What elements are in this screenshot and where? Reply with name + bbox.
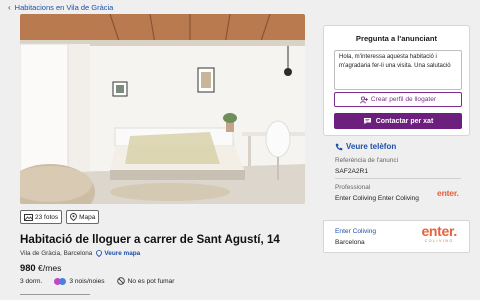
no-smoking-icon <box>116 277 125 285</box>
roommates-icon <box>54 277 67 285</box>
price-value: 980 <box>20 262 36 273</box>
create-profile-label: Crear perfil de llogater <box>370 96 437 103</box>
price-unit: €/mes <box>38 263 62 273</box>
phone-icon <box>335 143 343 150</box>
agency-card[interactable]: Enter Coliving Barcelona enter. COLIVING <box>323 220 470 253</box>
reference-label: Referència de l'anunci <box>335 157 399 164</box>
listing-location: Vila de Gràcia, Barcelona Veure mapa <box>20 250 140 257</box>
chevron-left-icon: ‹ <box>8 2 11 12</box>
chat-label: Contactar per xat <box>375 117 434 125</box>
chat-icon <box>363 118 371 125</box>
breadcrumb-label: Habitacions en Vila de Gràcia <box>14 2 114 12</box>
professional-label: Professional <box>335 184 371 191</box>
listing-page: ‹ Habitacions en Vila de Gràcia 23 fotos… <box>0 0 480 300</box>
contact-card: Pregunta a l'anunciant Hola, m'interessa… <box>323 25 470 136</box>
main-photo[interactable] <box>20 14 305 204</box>
features-row: 3 dorm. 3 nois/noies No es pot fumar <box>20 277 174 285</box>
map-label: Mapa <box>79 213 96 221</box>
map-button[interactable]: Mapa <box>66 210 100 224</box>
location-text: Vila de Gràcia, Barcelona <box>20 250 93 257</box>
view-map-link[interactable]: Veure mapa <box>96 250 140 257</box>
contact-chat-button[interactable]: Contactar per xat <box>334 113 462 129</box>
agency-logo-subtitle: COLIVING <box>424 239 454 243</box>
price: 980 €/mes <box>20 262 61 273</box>
agency-logo-word: enter. <box>421 223 457 239</box>
reference-value: SAF2A2R1 <box>335 168 368 175</box>
roommates-text: 3 nois/noies <box>69 277 105 285</box>
view-phone-link[interactable]: Veure telèfon <box>335 142 396 151</box>
photos-button[interactable]: 23 fotos <box>20 210 63 224</box>
divider <box>335 178 461 179</box>
map-pin-icon <box>70 213 78 221</box>
agency-name[interactable]: Enter Coliving <box>335 228 376 235</box>
photos-icon <box>24 213 33 221</box>
photos-count: 23 fotos <box>35 213 59 221</box>
bedrooms-feature: 3 dorm. <box>20 278 42 285</box>
smoking-feature: No es pot fumar <box>116 277 175 285</box>
roommates-feature: 3 nois/noies <box>54 277 105 285</box>
divider <box>20 294 90 300</box>
agency-logo: enter. COLIVING <box>421 224 457 244</box>
bedrooms-text: 3 dorm. <box>20 277 43 285</box>
contact-title: Pregunta a l'anunciant <box>355 34 438 43</box>
professional-value: Enter Coliving Enter Coliving <box>335 195 419 202</box>
create-tenant-profile-button[interactable]: Crear perfil de llogater <box>334 92 462 107</box>
user-add-icon <box>360 95 368 103</box>
enter-coliving-logo[interactable]: enter. <box>437 188 459 198</box>
agency-city: Barcelona <box>335 239 365 246</box>
smoking-text: No es pot fumar <box>127 277 175 285</box>
media-bar: 23 fotos Mapa <box>20 210 100 224</box>
map-pin-icon <box>96 250 103 257</box>
breadcrumb[interactable]: ‹ Habitacions en Vila de Gràcia <box>8 1 113 13</box>
phone-label: Veure telèfon <box>346 142 397 151</box>
message-textarea[interactable]: Hola, m'interessa aquesta habitació i m'… <box>334 50 462 90</box>
listing-title: Habitació de lloguer a carrer de Sant Ag… <box>20 233 280 246</box>
view-map-label: Veure mapa <box>104 250 141 257</box>
